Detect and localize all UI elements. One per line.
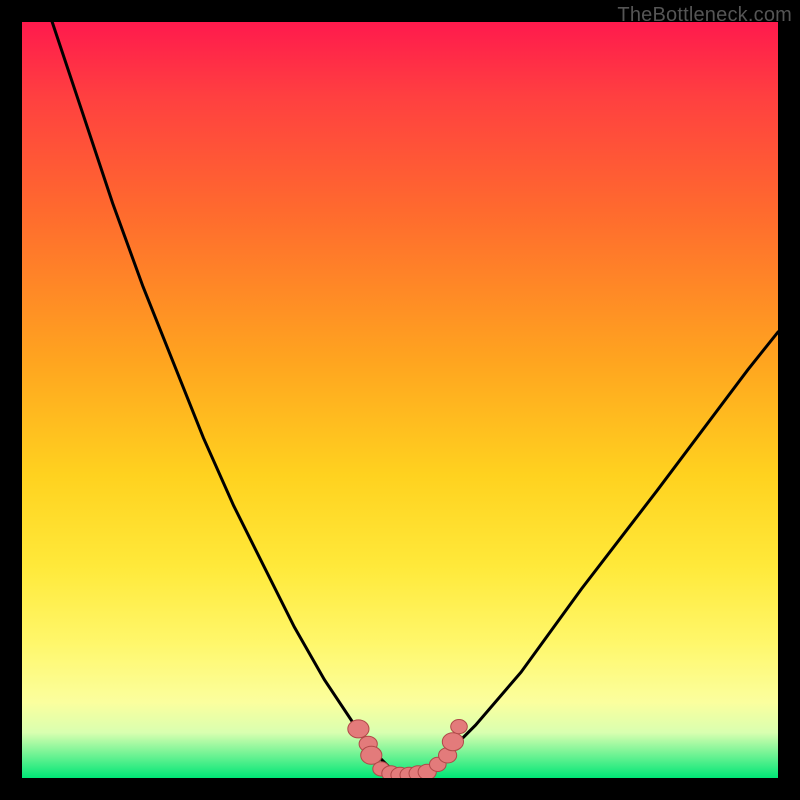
chart-svg [22, 22, 778, 778]
bottom-marker-cluster [348, 720, 468, 779]
curve-marker [442, 733, 463, 751]
curve-marker [451, 720, 468, 734]
bottleneck-curve [52, 22, 778, 778]
curve-marker [348, 720, 369, 738]
